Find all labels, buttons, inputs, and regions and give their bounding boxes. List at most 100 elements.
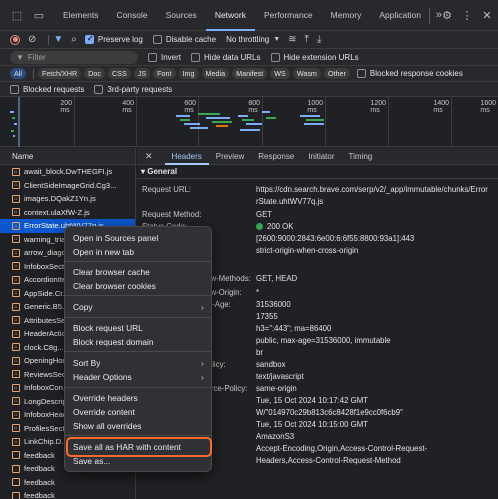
chip-font[interactable]: Font [153,68,176,79]
clear-icon[interactable]: ⊘ [28,34,36,45]
script-file-icon: ⌂ [12,302,20,311]
menu-show-all-overrides[interactable]: Show all overrides [73,421,141,431]
hide-extension-urls-checkbox[interactable] [270,52,280,62]
tab-timing[interactable]: Timing [342,148,380,165]
header-value[interactable]: Accept-Encoding,Origin,Access-Control-Re… [256,444,427,453]
download-icon[interactable]: ⤓ [317,34,321,45]
tab-application[interactable]: Application [370,0,430,31]
chip-doc[interactable]: Doc [84,68,105,79]
blocked-response-cookies-checkbox[interactable] [356,69,366,78]
header-value[interactable]: text/javascript [256,372,304,381]
filter-icon[interactable]: ▼ [53,34,63,45]
tab-console[interactable]: Console [107,0,156,31]
tab-initiator[interactable]: Initiator [301,148,341,165]
header-value[interactable]: same-origin [256,384,297,393]
header-value[interactable]: 200 OK [256,222,293,231]
chip-css[interactable]: CSS [107,68,131,79]
menu-save-as[interactable]: Save as... [73,456,110,466]
header-value[interactable]: sandbox [256,360,285,369]
blocked-requests-label: Blocked requests [23,84,85,94]
wifi-icon[interactable]: ≋ [288,34,296,45]
third-party-requests-checkbox[interactable] [94,84,104,94]
menu-clear-cache[interactable]: Clear browser cache [73,267,150,277]
chip-media[interactable]: Media [201,68,230,79]
header-value[interactable]: rState.uhtWV77q.js [256,197,323,206]
request-row[interactable]: feedback [0,489,135,499]
header-value[interactable]: [2600:9000:2843:6e00:6:6f55:8800:93a1]:4… [256,234,414,243]
chip-js[interactable]: JS [133,68,151,79]
document-icon [12,451,20,460]
header-value[interactable]: strict-origin-when-cross-origin [256,246,358,255]
preserve-log-checkbox[interactable] [84,34,94,44]
tab-response[interactable]: Response [251,148,301,165]
request-row[interactable]: ⌂ await_block.DwTHEGFI.js [0,165,135,179]
tab-sources[interactable]: Sources [157,0,206,31]
menu-sort-by[interactable]: Sort By › [73,358,204,368]
header-value[interactable]: W/"014970c29b813c6c8428f1e9cc0f6cb9" [256,408,403,417]
menu-copy[interactable]: Copy › [73,302,204,312]
header-value[interactable]: GET, HEAD [256,274,297,283]
disable-cache-checkbox[interactable] [152,35,162,44]
chevron-down-icon[interactable]: ▼ [273,36,280,43]
header-value[interactable]: 17355 [256,312,278,321]
chip-other[interactable]: Other [323,68,350,79]
chip-all[interactable]: All [10,68,26,79]
request-row[interactable]: ⌂ ClientSideImageGrid.Cg3... [0,179,135,193]
more-options-icon[interactable]: ⋮ [460,9,474,23]
close-icon[interactable]: ✕ [480,9,494,23]
header-value[interactable]: br [256,348,263,357]
header-value[interactable]: GET [256,210,272,219]
header-value[interactable]: * [256,288,259,297]
blocked-requests-checkbox[interactable] [10,84,19,94]
request-row[interactable]: ⌂ context.ulaXfW-Z.js [0,206,135,220]
chip-manifest[interactable]: Manifest [232,68,268,79]
chip-img[interactable]: Img [178,68,199,79]
header-value[interactable]: Headers,Access-Control-Request-Method [256,456,401,465]
menu-open-in-sources[interactable]: Open in Sources panel [73,233,158,243]
network-timeline-overview[interactable]: 200 ms 400 ms 600 ms 800 ms 1000 ms 1200… [0,97,498,147]
chip-ws[interactable]: WS [270,68,290,79]
filter-input[interactable]: ▼ Filter [10,50,138,64]
menu-open-in-new-tab[interactable]: Open in new tab [73,247,134,257]
device-toolbar-icon[interactable]: ▭ [32,8,46,22]
menu-block-url[interactable]: Block request URL [73,323,143,333]
tab-performance[interactable]: Performance [255,0,322,31]
header-value[interactable]: 31536000 [256,300,291,309]
menu-clear-cookies[interactable]: Clear browser cookies [73,281,156,291]
request-name: Generic.B5... [24,302,69,312]
inspect-element-icon[interactable]: ⬚ [10,8,24,22]
tab-network[interactable]: Network [205,0,255,31]
request-name: feedback [24,477,55,487]
header-value[interactable]: Tue, 15 Oct 2024 10:15:00 GMT [256,420,368,429]
tab-headers[interactable]: Headers [164,148,209,165]
header-value[interactable]: public, max-age=31536000, immutable [256,336,391,345]
invert-checkbox[interactable] [148,52,157,62]
chip-fetch-xhr[interactable]: Fetch/XHR [38,68,82,79]
header-value[interactable]: h3=":443"; ma=86400 [256,324,331,333]
throttling-select[interactable]: No throttling [226,35,269,44]
script-file-icon: ⌂ [12,181,20,190]
header-value[interactable]: https://cdn.search.brave.com/serp/v2/_ap… [256,185,488,194]
tab-elements[interactable]: Elements [54,0,107,31]
menu-header-options[interactable]: Header Options › [73,372,204,382]
search-icon[interactable]: ⌕ [71,34,77,45]
menu-override-headers[interactable]: Override headers [73,393,138,403]
record-icon[interactable] [10,34,20,45]
request-row[interactable]: feedback [0,476,135,490]
menu-override-content[interactable]: Override content [73,407,135,417]
header-value[interactable]: Tue, 15 Oct 2024 10:17:42 GMT [256,396,368,405]
script-file-icon: ⌂ [12,289,20,298]
general-section-header[interactable]: ▾ General [137,165,498,179]
menu-block-domain[interactable]: Block request domain [73,337,154,347]
upload-icon[interactable]: ⤒ [305,34,309,45]
close-icon[interactable]: ✕ [145,151,153,162]
gear-icon[interactable]: ⚙ [440,9,454,23]
request-row[interactable]: ⌂ images.DQakZ1Yn.js [0,192,135,206]
header-value[interactable]: AmazonS3 [256,432,294,441]
tab-preview[interactable]: Preview [209,148,251,165]
chip-wasm[interactable]: Wasm [292,68,321,79]
name-column-header[interactable]: Name [0,148,135,165]
tab-memory[interactable]: Memory [322,0,371,31]
script-file-icon: ⌂ [12,316,20,325]
hide-data-urls-checkbox[interactable] [191,52,201,62]
